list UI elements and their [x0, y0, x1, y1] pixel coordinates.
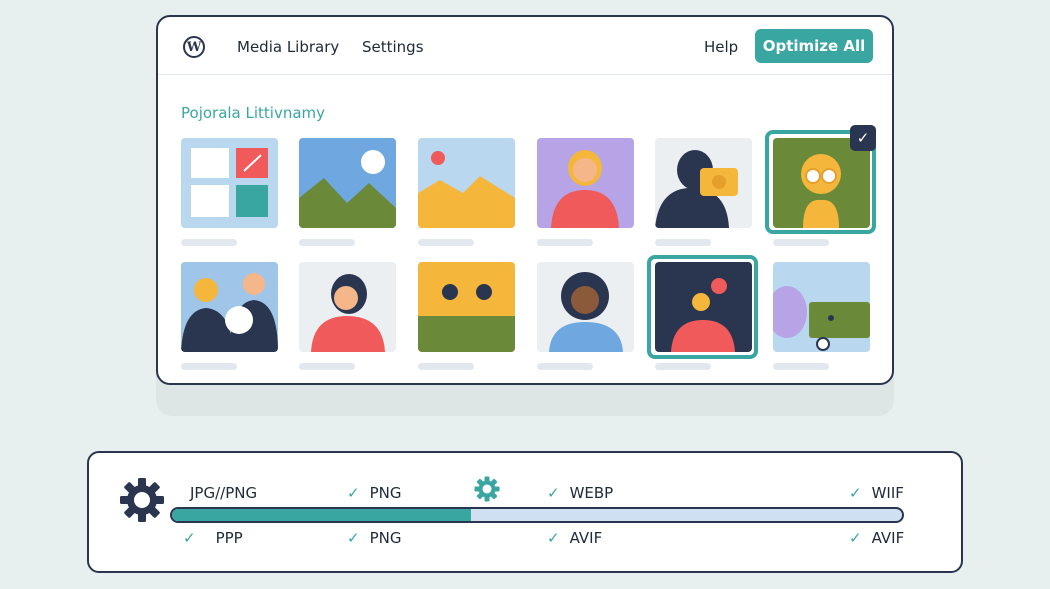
thumb-caption: [773, 239, 829, 246]
media-thumb-portrait-woman-red[interactable]: [299, 262, 396, 352]
nav-settings[interactable]: Settings: [362, 38, 424, 56]
wordpress-logo-icon[interactable]: W: [183, 36, 205, 58]
media-thumb-mountains-warm[interactable]: [418, 138, 515, 228]
thumb-caption: [773, 363, 829, 370]
check-icon: ✓: [849, 529, 862, 547]
nav-help[interactable]: Help: [704, 38, 738, 56]
check-icon: ✓: [347, 529, 360, 547]
conversion-panel: JPG//PNG ✓ PNG ✓ WEBP ✓ WIIF ✓ PPP ✓ PNG ✓ AVI…: [87, 451, 963, 573]
thumb-caption: [181, 239, 237, 246]
thumb-caption: [537, 363, 593, 370]
media-thumb-person-camera[interactable]: [655, 138, 752, 228]
format-label-bottom: ✓ AVIF: [849, 529, 905, 547]
format-label-bottom: ✓ PPP: [183, 529, 243, 547]
thumb-caption: [655, 239, 711, 246]
thumb-caption: [299, 239, 355, 246]
conversion-progress-bar[interactable]: [170, 507, 904, 523]
optimize-all-button[interactable]: Optimize All: [755, 29, 873, 63]
check-icon: ✓: [183, 529, 196, 547]
check-icon: ✓: [849, 484, 862, 502]
format-label-top: ✓ WIIF: [849, 484, 904, 502]
thumb-caption: [299, 363, 355, 370]
format-label-top: JPG//PNG: [190, 484, 258, 502]
thumb-caption: [537, 239, 593, 246]
check-icon[interactable]: ✓: [850, 125, 876, 151]
selection-ring: [647, 255, 758, 359]
format-label-bottom: ✓ AVIF: [547, 529, 603, 547]
gear-icon[interactable]: [119, 477, 165, 523]
media-thumb-two-people[interactable]: [181, 262, 278, 352]
thumb-caption: [655, 363, 711, 370]
top-navbar: W Media Library Settings Help Optimize A…: [158, 17, 892, 75]
format-label-bottom: ✓ PNG: [347, 529, 402, 547]
thumb-caption: [181, 363, 237, 370]
media-thumb-landscape-sun[interactable]: [299, 138, 396, 228]
media-thumb-portrait-curly[interactable]: [537, 262, 634, 352]
check-icon: ✓: [547, 529, 560, 547]
check-icon: ✓: [347, 484, 360, 502]
gear-icon: [474, 476, 500, 502]
library-section-title: Pojorala Littivnamy: [181, 104, 326, 122]
check-icon: ✓: [547, 484, 560, 502]
media-thumb-layout-grid[interactable]: [181, 138, 278, 228]
media-thumb-video-clip[interactable]: [773, 262, 870, 352]
thumb-caption: [418, 239, 474, 246]
conversion-progress-fill: [172, 509, 472, 521]
format-label-top: ✓ PNG: [347, 484, 402, 502]
media-thumb-portrait-woman-purple[interactable]: [537, 138, 634, 228]
thumb-caption: [418, 363, 474, 370]
media-thumb-dots-landscape[interactable]: [418, 262, 515, 352]
nav-media-library[interactable]: Media Library: [237, 38, 339, 56]
format-label-top: ✓ WEBP: [547, 484, 614, 502]
media-library-window: W Media Library Settings Help Optimize A…: [156, 15, 894, 385]
